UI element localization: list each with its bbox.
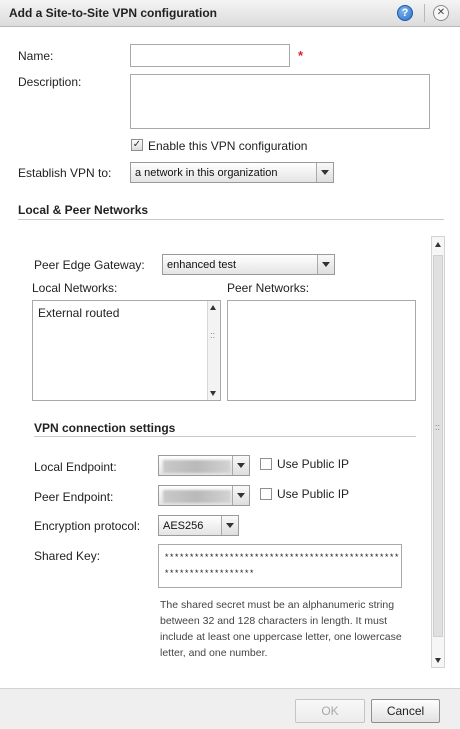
enable-vpn-label: Enable this VPN configuration (148, 139, 308, 153)
peer-endpoint-select[interactable] (158, 485, 250, 506)
local-networks-label: Local Networks: (32, 281, 118, 295)
scroll-down-icon[interactable] (435, 658, 441, 663)
peer-endpoint-label: Peer Endpoint: (34, 490, 114, 504)
name-label: Name: (18, 49, 54, 63)
dialog-title: Add a Site-to-Site VPN configuration (9, 6, 218, 20)
scroll-up-icon[interactable] (435, 242, 441, 247)
dropdown-button[interactable] (232, 486, 249, 505)
chevron-down-icon (321, 170, 329, 175)
dropdown-button[interactable] (316, 163, 333, 182)
chevron-down-icon (237, 493, 245, 498)
section-divider (34, 436, 416, 437)
shared-key-value: ****************************************… (164, 553, 400, 579)
dropdown-button[interactable] (221, 516, 238, 535)
enable-vpn-checkbox[interactable]: ✓ (131, 139, 143, 151)
chevron-down-icon (322, 262, 330, 267)
ok-button[interactable]: OK (295, 699, 365, 723)
scroll-grip-icon[interactable]: :: (210, 331, 215, 340)
shared-key-input[interactable]: ****************************************… (158, 544, 402, 588)
section-divider (18, 219, 444, 220)
encryption-select[interactable]: AES256 (158, 515, 239, 536)
peer-networks-list[interactable] (227, 300, 416, 401)
dialog-title-bar: Add a Site-to-Site VPN configuration ? ✕ (0, 0, 460, 27)
scroll-down-icon[interactable] (210, 391, 216, 396)
scroll-up-icon[interactable] (210, 305, 216, 310)
chevron-down-icon (226, 523, 234, 528)
shared-key-hint: The shared secret must be an alphanumeri… (160, 599, 402, 659)
local-list-scrollbar[interactable]: :: (207, 301, 220, 400)
redacted-value (163, 460, 231, 473)
peer-gateway-label: Peer Edge Gateway: (34, 258, 145, 272)
local-endpoint-select[interactable] (158, 455, 250, 476)
peer-gateway-value: enhanced test (167, 259, 237, 271)
dropdown-button[interactable] (232, 456, 249, 475)
local-endpoint-label: Local Endpoint: (34, 460, 117, 474)
peer-networks-label: Peer Networks: (227, 281, 310, 295)
redacted-value (163, 490, 231, 503)
local-public-ip-checkbox[interactable] (260, 458, 272, 470)
dropdown-button[interactable] (317, 255, 334, 274)
close-icon[interactable]: ✕ (433, 5, 449, 21)
encryption-label: Encryption protocol: (34, 519, 141, 533)
description-textarea[interactable] (130, 74, 430, 129)
local-networks-list[interactable]: External routed :: (32, 300, 221, 401)
shared-key-label: Shared Key: (34, 549, 101, 563)
title-separator (424, 4, 425, 22)
establish-vpn-label: Establish VPN to: (18, 166, 112, 180)
description-label: Description: (18, 75, 82, 89)
local-public-ip-label: Use Public IP (277, 457, 350, 471)
dialog-footer: OK Cancel (0, 688, 460, 729)
scroll-thumb[interactable] (433, 255, 443, 637)
cancel-button[interactable]: Cancel (371, 699, 440, 723)
chevron-down-icon (237, 463, 245, 468)
help-icon[interactable]: ? (397, 5, 413, 21)
peer-gateway-select[interactable]: enhanced test (162, 254, 335, 275)
establish-vpn-select[interactable]: a network in this organization (130, 162, 334, 183)
connection-section-header: VPN connection settings (34, 421, 176, 435)
encryption-value: AES256 (163, 520, 204, 532)
networks-section-header: Local & Peer Networks (18, 203, 149, 217)
peer-public-ip-label: Use Public IP (277, 487, 350, 501)
scroll-grip-icon[interactable]: :: (435, 423, 440, 432)
peer-public-ip-checkbox[interactable] (260, 488, 272, 500)
establish-vpn-value: a network in this organization (135, 167, 278, 179)
name-input[interactable] (130, 44, 290, 67)
required-marker: * (298, 48, 304, 63)
list-item[interactable]: External routed (38, 306, 119, 320)
panel-scrollbar[interactable]: :: (431, 236, 445, 668)
